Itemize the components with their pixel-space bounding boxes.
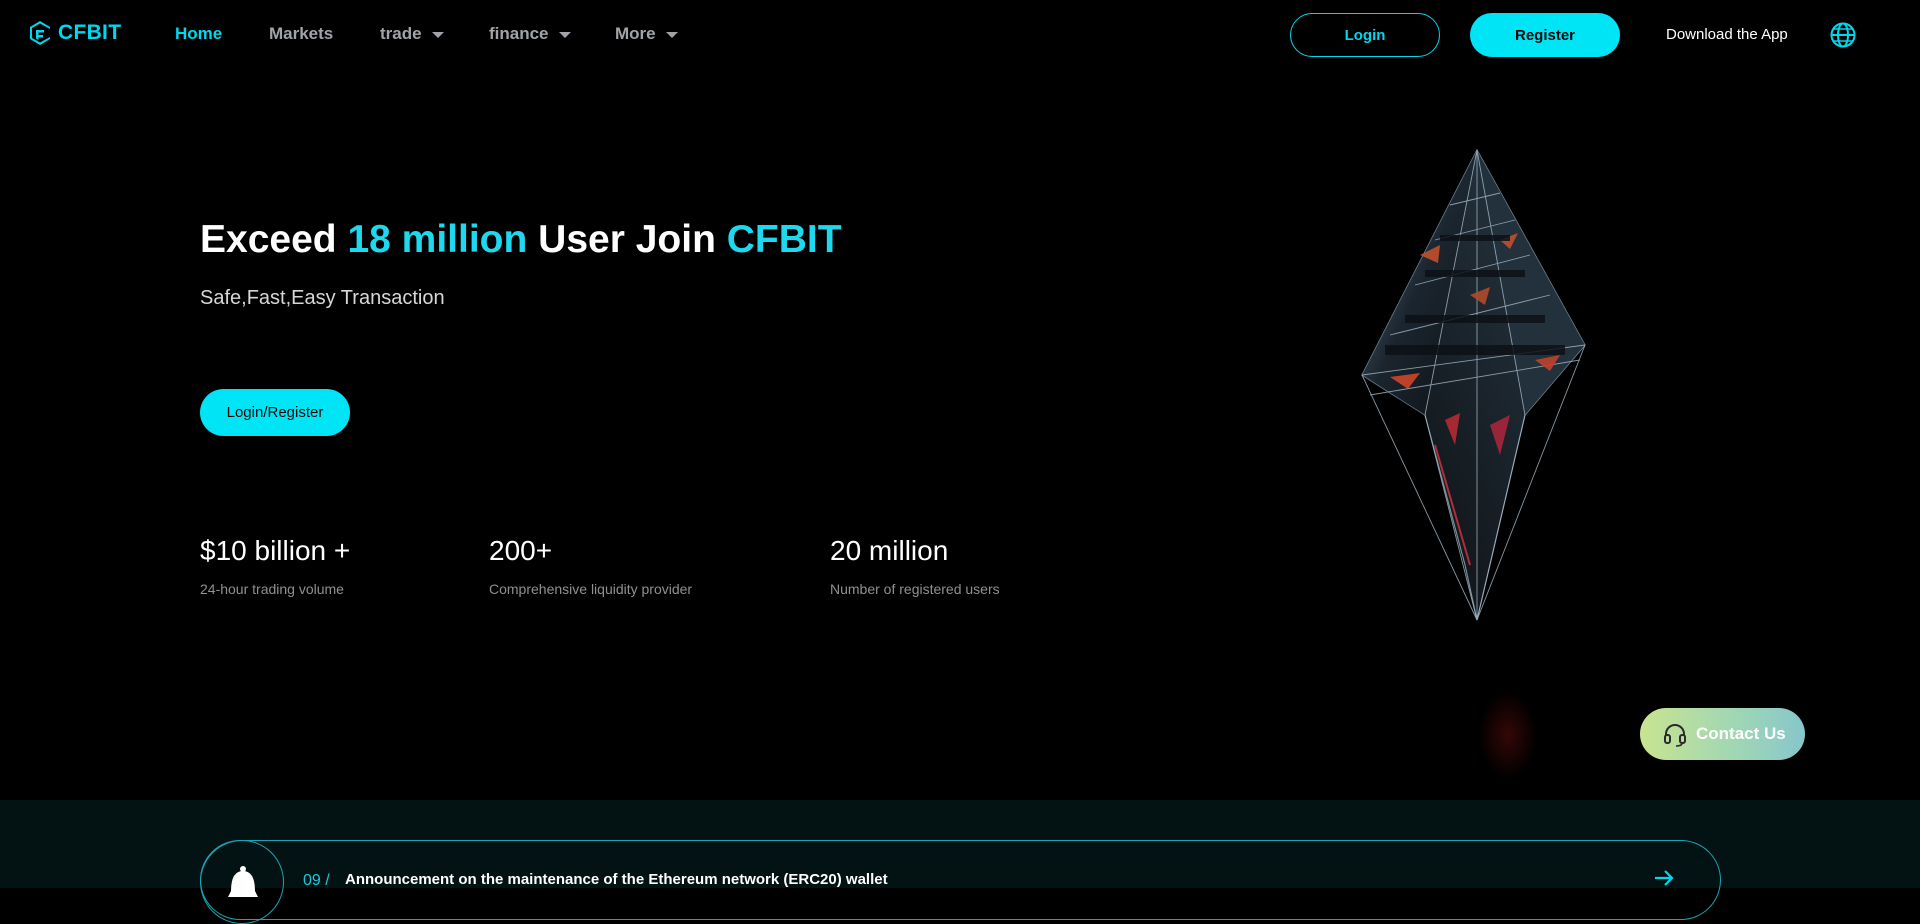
nav-trade-label: trade [380, 24, 422, 43]
top-navbar: CFBIT Home Markets trade finance More Lo… [0, 0, 1920, 70]
login-register-button[interactable]: Login/Register [200, 389, 350, 436]
announcement-icon-circle [200, 840, 284, 924]
nav-finance-label: finance [489, 24, 549, 43]
register-button[interactable]: Register [1470, 13, 1620, 57]
announcement-number: 09 / [303, 872, 330, 889]
globe-icon[interactable] [1829, 21, 1857, 49]
stat-value: $10 billion + [200, 535, 351, 566]
hero-subtitle: Safe,Fast,Easy Transaction [200, 287, 445, 309]
nav-home-label: Home [175, 24, 223, 43]
brand-name: CFBIT [58, 21, 122, 44]
hero-title-part: Exceed [200, 218, 348, 261]
nav-finance[interactable]: finance [489, 24, 571, 44]
caret-down-icon [665, 32, 678, 38]
nav-more[interactable]: More [615, 24, 678, 44]
hero-title-highlight: 18 million [347, 218, 528, 261]
stat-liquidity-providers: 200+ Comprehensive liquidity provider [489, 535, 692, 597]
stat-label: Comprehensive liquidity provider [489, 581, 693, 597]
announcement-title[interactable]: Announcement on the maintenance of the E… [345, 871, 888, 888]
login-button[interactable]: Login [1290, 13, 1440, 57]
contact-us-button[interactable]: Contact Us [1640, 708, 1805, 760]
nav-more-label: More [615, 24, 656, 43]
hero-title-part: User Join [527, 218, 727, 261]
caret-down-icon [431, 32, 444, 38]
stat-trading-volume: $10 billion + 24-hour trading volume [200, 535, 350, 597]
stat-registered-users: 20 million Number of registered users [830, 535, 1000, 597]
arrow-right-icon[interactable] [1652, 868, 1676, 888]
nav-markets-label: Markets [269, 24, 334, 43]
brand-logo[interactable]: CFBIT [28, 20, 121, 46]
bell-icon [228, 866, 258, 897]
hero-title: Exceed 18 million User Join CFBIT [200, 218, 842, 262]
caret-down-icon [558, 32, 571, 38]
hero-title-highlight: CFBIT [726, 218, 842, 261]
stat-label: 24-hour trading volume [200, 581, 344, 597]
download-app-link[interactable]: Download the App [1666, 26, 1788, 43]
stat-value: 20 million [830, 535, 949, 566]
stat-value: 200+ [489, 535, 553, 566]
headset-icon [1664, 724, 1686, 747]
nav-markets[interactable]: Markets [269, 24, 333, 44]
stat-label: Number of registered users [830, 581, 1000, 597]
red-glow [1478, 690, 1538, 780]
crystal-illustration [1361, 148, 1586, 621]
nav-trade[interactable]: trade [380, 24, 444, 44]
cfbit-logo-icon [30, 21, 50, 45]
nav-home[interactable]: Home [175, 24, 222, 44]
contact-us-label: Contact Us [1696, 724, 1786, 743]
